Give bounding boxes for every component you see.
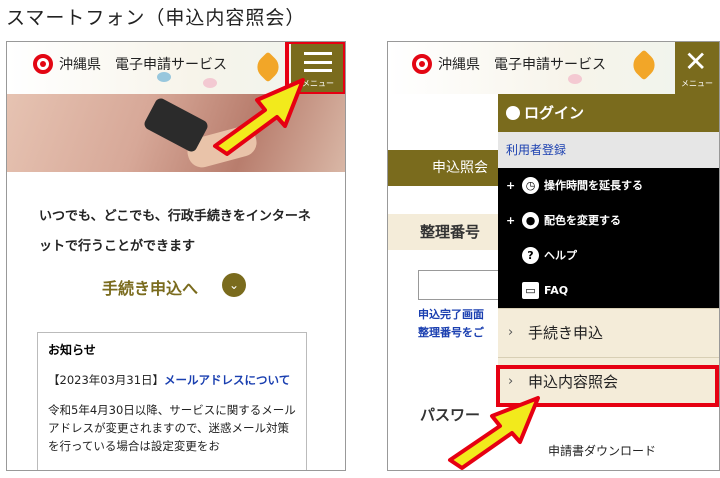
notice-link[interactable]: メールアドレスについて xyxy=(164,373,290,387)
menu-button-label: メニュー xyxy=(681,79,713,88)
notice-body: 令和5年4月30日以降、サービスに関するメールアドレスが変更されますので、迷惑メ… xyxy=(48,403,296,453)
close-menu-button[interactable]: ✕ メニュー xyxy=(675,42,719,94)
help-text: 申込完了画面 整理番号をご xyxy=(418,306,484,342)
help-label: ヘルプ xyxy=(544,249,577,262)
extend-time-button[interactable]: + ◷ 操作時間を延長する xyxy=(498,168,719,203)
okinawa-logo-icon xyxy=(33,54,53,74)
user-icon xyxy=(506,106,520,120)
register-link[interactable]: 利用者登録 xyxy=(498,132,719,168)
chevron-right-icon: › xyxy=(508,325,514,340)
plus-icon: + xyxy=(506,179,516,192)
okinawa-logo-icon xyxy=(412,54,432,74)
help-link[interactable]: ? ヘルプ xyxy=(498,238,719,273)
faq-link[interactable]: ▭ FAQ xyxy=(498,273,719,308)
notice-title: お知らせ xyxy=(48,343,96,357)
caption: スマートフォン（申込内容照会） xyxy=(6,7,306,29)
procedure-link[interactable]: 手続き申込へ xyxy=(102,275,198,299)
site-name: 沖縄県 電子申請サービス xyxy=(59,57,227,73)
help-text-line: 申込完了画面 xyxy=(418,308,484,321)
chat-icon: ▭ xyxy=(522,282,539,299)
login-button[interactable]: ログイン xyxy=(498,94,719,132)
leaf-decoration-icon xyxy=(628,49,660,81)
close-icon: ✕ xyxy=(684,45,708,78)
change-color-button[interactable]: + ● 配色を変更する xyxy=(498,203,719,238)
reference-number-field[interactable] xyxy=(418,270,510,300)
chevron-down-icon[interactable]: ⌄ xyxy=(222,273,246,297)
lead-text: いつでも、どこでも、行政手続きをインターネットで行うことができます xyxy=(39,209,311,254)
login-label: ログイン xyxy=(524,104,585,122)
notice-item: 【2023年03月31日】メールアドレスについて xyxy=(48,372,296,389)
pointer-arrow-icon xyxy=(213,78,305,156)
change-color-label: 配色を変更する xyxy=(544,214,621,227)
timer-icon: ◷ xyxy=(522,177,539,194)
notice-panel: お知らせ 【2023年03月31日】メールアドレスについて 令和5年4月30日以… xyxy=(37,332,307,470)
notice-date: 【2023年03月31日】 xyxy=(48,373,165,387)
question-icon: ? xyxy=(522,247,539,264)
site-header: 沖縄県 電子申請サービス ✕ メニュー xyxy=(388,42,719,94)
menu-item-label: 手続き申込 xyxy=(528,324,604,342)
pointer-arrow-icon xyxy=(448,396,540,470)
site-name: 沖縄県 電子申請サービス xyxy=(438,57,606,73)
menu-item-apply[interactable]: › 手続き申込 xyxy=(498,308,719,357)
faq-label: FAQ xyxy=(544,284,569,297)
phone-screen-menu: 沖縄県 電子申請サービス ✕ メニュー 申込照会 整理番号 申込完了画面 整理番… xyxy=(387,41,720,471)
palette-icon: ● xyxy=(522,212,539,229)
extend-time-label: 操作時間を延長する xyxy=(544,179,643,192)
fish-decoration-icon xyxy=(568,74,582,84)
menu-item-label: 申請書ダウンロード xyxy=(548,444,657,458)
help-text-line: 整理番号をご xyxy=(418,326,484,339)
plus-icon: + xyxy=(506,214,516,227)
fish-decoration-icon xyxy=(157,72,171,82)
